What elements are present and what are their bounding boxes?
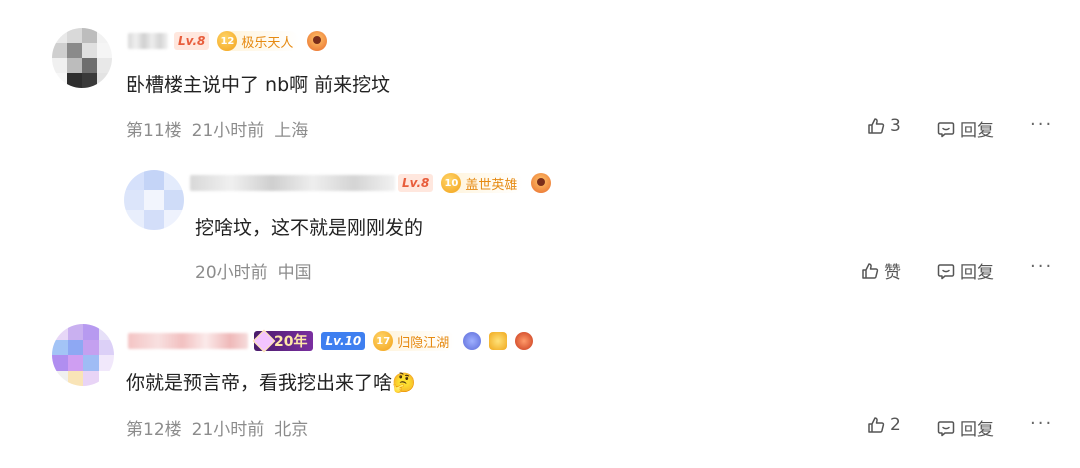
thumbs-up-icon bbox=[868, 417, 885, 433]
comment-item: 20年 Lv.10 17 归隐江湖 你就是预言帝，看我挖出来了啥🤔 第12楼 2… bbox=[0, 300, 1080, 468]
honor-badge: 10 盖世英雄 bbox=[441, 173, 524, 193]
more-options-icon[interactable]: ··· bbox=[1030, 413, 1053, 434]
like-button[interactable]: 赞 bbox=[860, 258, 901, 283]
level-badge: Lv.10 bbox=[321, 332, 366, 350]
star-badge-icon bbox=[489, 332, 508, 350]
avatar[interactable] bbox=[124, 170, 184, 230]
thumbs-up-icon bbox=[868, 118, 885, 134]
honor-badge: 17 归隐江湖 bbox=[373, 331, 456, 351]
user-badges: Lv.8 10 盖世英雄 bbox=[398, 172, 552, 194]
crystal-badge-icon bbox=[463, 332, 482, 350]
honor-title: 归隐江湖 bbox=[397, 335, 450, 351]
comment-item: Lv.8 12 极乐天人 卧槽楼主说中了 nb啊 前来挖坟 第11楼 21小时前… bbox=[0, 0, 1080, 150]
honor-badge: 12 极乐天人 bbox=[217, 31, 300, 51]
reply-button[interactable]: 回复 bbox=[936, 116, 994, 141]
level-badge: Lv.8 bbox=[174, 32, 210, 50]
thumbs-up-icon bbox=[862, 262, 879, 279]
gem-icon bbox=[252, 329, 276, 353]
medal-icon bbox=[307, 31, 328, 51]
level-badge: Lv.8 bbox=[398, 174, 434, 192]
reply-label: 回复 bbox=[960, 121, 994, 141]
comment-meta: 第12楼 21小时前 北京 bbox=[126, 415, 308, 440]
username[interactable] bbox=[190, 175, 395, 191]
location: 上海 bbox=[274, 121, 309, 141]
years-label: 20年 bbox=[274, 334, 308, 350]
reply-item: Lv.8 10 盖世英雄 挖啥坟，这不就是刚刚发的 20小时前 中国 赞 回复 … bbox=[0, 150, 1080, 300]
avatar[interactable] bbox=[52, 28, 112, 88]
years-badge: 20年 bbox=[252, 329, 314, 353]
honor-number: 12 bbox=[217, 31, 238, 51]
comment-meta: 20小时前 中国 bbox=[195, 258, 312, 283]
floor-number: 第11楼 bbox=[126, 121, 182, 141]
mask-badge-icon bbox=[515, 332, 534, 350]
location: 北京 bbox=[274, 420, 309, 440]
comment-meta: 第11楼 21小时前 上海 bbox=[126, 116, 308, 141]
comment-text: 你就是预言帝，看我挖出来了啥🤔 bbox=[126, 372, 416, 394]
reply-icon bbox=[937, 263, 955, 279]
reply-button[interactable]: 回复 bbox=[936, 415, 994, 440]
like-label: 赞 bbox=[884, 263, 901, 283]
honor-title: 极乐天人 bbox=[241, 35, 294, 51]
honor-number: 17 bbox=[373, 331, 394, 351]
user-badges: Lv.8 12 极乐天人 bbox=[174, 30, 328, 52]
reply-button[interactable]: 回复 bbox=[936, 258, 994, 283]
avatar[interactable] bbox=[52, 324, 114, 386]
comment-text: 卧槽楼主说中了 nb啊 前来挖坟 bbox=[126, 74, 391, 96]
honor-number: 10 bbox=[441, 173, 462, 193]
reply-label: 回复 bbox=[960, 263, 994, 283]
like-button[interactable]: 2 bbox=[866, 415, 901, 435]
reply-icon bbox=[937, 121, 955, 137]
username[interactable] bbox=[128, 333, 248, 349]
medal-icon bbox=[531, 173, 552, 193]
comment-text: 挖啥坟，这不就是刚刚发的 bbox=[195, 217, 424, 239]
more-options-icon[interactable]: ··· bbox=[1030, 256, 1053, 277]
floor-number: 第12楼 bbox=[126, 420, 182, 440]
username[interactable] bbox=[128, 33, 168, 49]
honor-title: 盖世英雄 bbox=[465, 177, 518, 193]
reply-icon bbox=[937, 420, 955, 436]
location: 中国 bbox=[277, 263, 312, 283]
timestamp: 21小时前 bbox=[191, 121, 265, 141]
like-count: 2 bbox=[890, 415, 901, 435]
timestamp: 21小时前 bbox=[191, 420, 265, 440]
like-count: 3 bbox=[890, 116, 901, 136]
more-options-icon[interactable]: ··· bbox=[1030, 114, 1053, 135]
user-badges: 20年 Lv.10 17 归隐江湖 bbox=[252, 329, 534, 353]
like-button[interactable]: 3 bbox=[866, 116, 901, 136]
timestamp: 20小时前 bbox=[195, 263, 268, 283]
reply-label: 回复 bbox=[960, 420, 994, 440]
